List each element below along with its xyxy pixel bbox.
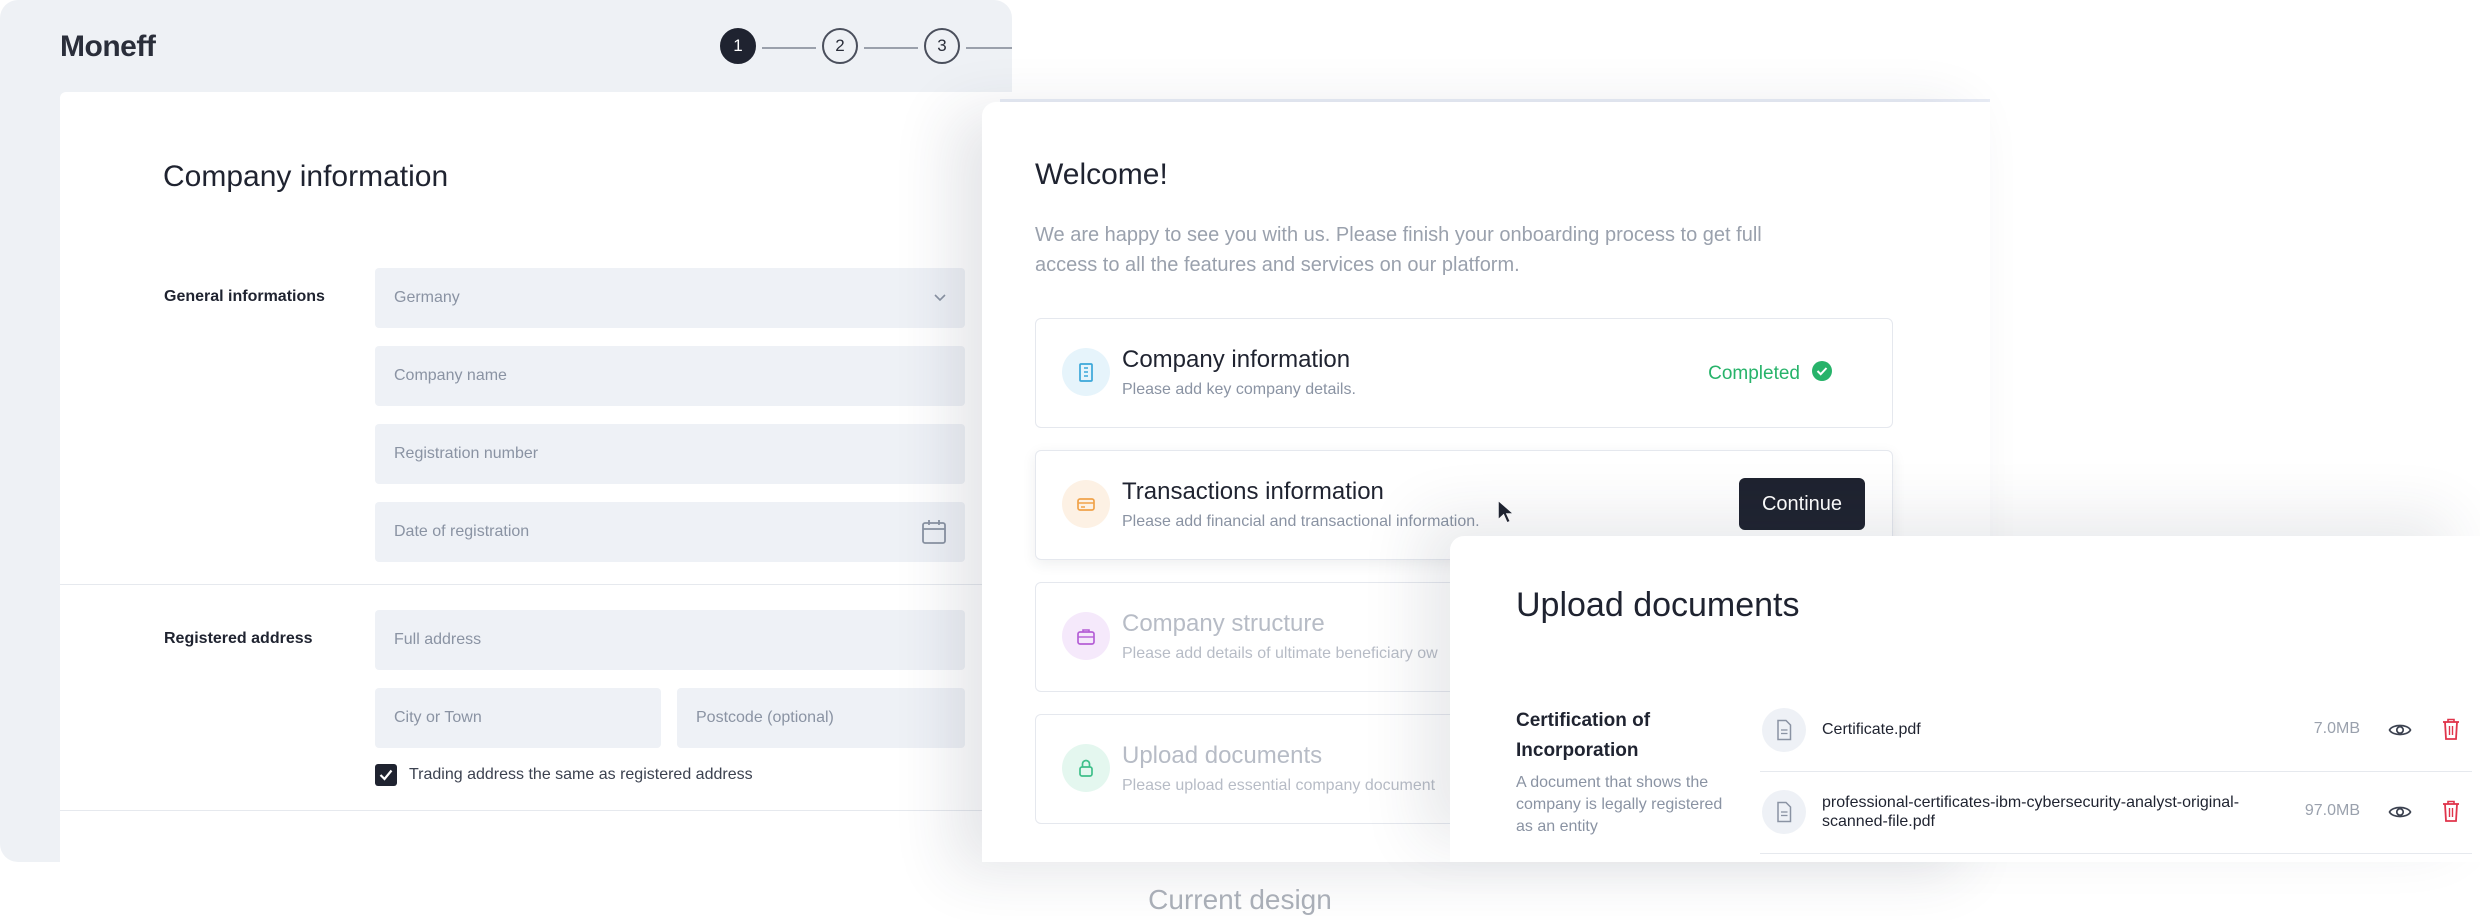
document-icon — [1762, 708, 1806, 752]
status-badge: Completed — [1708, 361, 1832, 387]
certification-label: Certification of Incorporation — [1516, 710, 1651, 761]
card-icon — [1062, 480, 1110, 528]
company-form-card: Company information General informations… — [60, 92, 1012, 862]
briefcase-icon — [1062, 612, 1110, 660]
calendar-icon[interactable] — [921, 518, 947, 551]
registration-number-input[interactable]: Registration number — [375, 424, 965, 484]
full-address-input[interactable]: Full address — [375, 610, 965, 670]
checkbox-checked[interactable] — [375, 764, 397, 786]
company-form-panel: Moneff 1 2 3 Company information General… — [0, 0, 1012, 862]
address-section-label: Registered address — [164, 630, 313, 647]
task-company-information[interactable]: Company information Please add key compa… — [1035, 318, 1893, 428]
postcode-input[interactable]: Postcode (optional) — [677, 688, 965, 748]
eye-icon[interactable] — [2388, 718, 2412, 747]
step-1[interactable]: 1 — [720, 28, 756, 64]
building-icon — [1062, 348, 1110, 396]
country-value: Germany — [394, 289, 460, 306]
upload-title: Upload documents — [1516, 586, 1800, 624]
file-name: Certificate.pdf — [1822, 721, 1921, 738]
date-placeholder: Date of registration — [394, 523, 530, 540]
document-icon — [1762, 790, 1806, 834]
file-size: 97.0MB — [2304, 802, 2360, 819]
file-name: professional-certificates-ibm-cybersecur… — [1822, 794, 2240, 830]
task-description: Please upload essential company document — [1122, 777, 1436, 794]
task-title: Company information — [1122, 346, 1351, 373]
chevron-down-icon — [933, 290, 947, 309]
file-row: professional-certificates-ibm-cybersecur… — [1760, 771, 2472, 853]
file-row: Certificate.pdf 7.0MB — [1760, 689, 2472, 771]
step-connector — [864, 47, 918, 49]
check-circle-icon — [1812, 361, 1832, 387]
task-description: Please add key company details. — [1122, 381, 1356, 398]
city-input[interactable]: City or Town — [375, 688, 661, 748]
page-title: Company information — [163, 160, 449, 193]
section-divider — [60, 810, 1012, 811]
welcome-title: Welcome! — [1035, 158, 1168, 191]
mouse-cursor-icon — [1496, 498, 1518, 531]
task-description: Please add financial and transactional i… — [1122, 513, 1480, 530]
step-2[interactable]: 2 — [822, 28, 858, 64]
date-of-registration-input[interactable]: Date of registration — [375, 502, 965, 562]
task-title: Upload documents — [1122, 742, 1323, 769]
welcome-subtitle: We are happy to see you with us. Please … — [1035, 224, 1762, 276]
continue-button[interactable]: Continue — [1739, 478, 1865, 530]
step-connector — [966, 47, 1012, 49]
file-size: 7.0MB — [2313, 720, 2360, 737]
caption: Current design — [1148, 884, 1332, 915]
file-divider — [1760, 853, 2472, 854]
task-title: Company structure — [1122, 610, 1325, 637]
trading-address-label: Trading address the same as registered a… — [409, 766, 753, 783]
trash-icon[interactable] — [2441, 717, 2461, 746]
upload-documents-panel: Upload documents Certification of Incorp… — [1450, 536, 2480, 862]
lock-icon — [1062, 744, 1110, 792]
trash-icon[interactable] — [2441, 799, 2461, 828]
company-name-input[interactable]: Company name — [375, 346, 965, 406]
country-select[interactable]: Germany — [375, 268, 965, 328]
general-section-label: General informations — [164, 288, 325, 305]
task-description: Please add details of ultimate beneficia… — [1122, 645, 1438, 662]
task-title: Transactions information — [1122, 478, 1384, 505]
trading-address-checkbox-row[interactable]: Trading address the same as registered a… — [375, 764, 753, 786]
status-text: Completed — [1708, 363, 1800, 384]
certification-description: A document that shows the company is leg… — [1516, 774, 1723, 835]
stepper: 1 2 3 — [720, 28, 1012, 68]
app-logo: Moneff — [60, 30, 156, 63]
eye-icon[interactable] — [2388, 800, 2412, 829]
section-divider — [60, 584, 1012, 585]
step-3[interactable]: 3 — [924, 28, 960, 64]
step-connector — [762, 47, 816, 49]
